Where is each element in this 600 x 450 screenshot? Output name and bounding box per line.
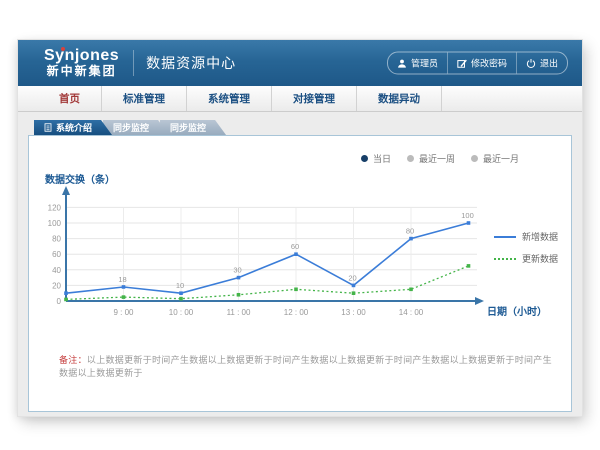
nav-item-data-change[interactable]: 数据异动 bbox=[357, 86, 442, 111]
user-menu-label: 管理员 bbox=[411, 57, 438, 70]
legend-label: 新增数据 bbox=[522, 230, 558, 243]
radio-today[interactable]: 当日 bbox=[361, 152, 391, 165]
y-tick-label: 80 bbox=[52, 235, 61, 244]
tab-sync-monitor-1[interactable]: 同步监控 bbox=[103, 120, 169, 135]
tab-sync-monitor-2[interactable]: 同步监控 bbox=[160, 120, 226, 135]
app-title: 数据资源中心 bbox=[146, 53, 236, 73]
x-axis-arrow bbox=[475, 297, 484, 305]
user-menu: 管理员 修改密码 退出 bbox=[387, 52, 568, 75]
date-range-filter: 当日 最近一周 最近一月 bbox=[361, 152, 519, 165]
data-point bbox=[237, 293, 241, 297]
content-area: 系统介绍同步监控同步监控 当日最近一周最近一月 数据交换（条） 02040608… bbox=[18, 112, 582, 416]
x-tick-label: 14 : 00 bbox=[399, 308, 424, 317]
data-point bbox=[64, 291, 68, 295]
app-header: Synjones 新中新集团 数据资源中心 管理员 修改密码 退出 bbox=[18, 40, 582, 86]
legend-label: 更新数据 bbox=[522, 252, 558, 265]
line-chart: 0 20 40 60 80 100 120 9 : 00 10 : 00 11 : 00 12 : … bbox=[29, 181, 573, 329]
point-label: 10 bbox=[176, 281, 184, 290]
data-point bbox=[352, 284, 356, 288]
user-icon bbox=[397, 58, 407, 68]
radio-last-week[interactable]: 最近一周 bbox=[407, 152, 455, 165]
y-tick-label: 100 bbox=[48, 219, 62, 228]
data-point bbox=[294, 252, 298, 256]
company-name-text: 新中新集团 bbox=[44, 65, 119, 78]
note-label: 备注： bbox=[59, 355, 87, 365]
point-label: 20 bbox=[348, 273, 356, 282]
point-label: 100 bbox=[461, 211, 474, 220]
data-point bbox=[237, 276, 241, 280]
note-text: 以上数据更新于时间产生数据以上数据更新于时间产生数据以上数据更新于时间产生数据以… bbox=[59, 355, 552, 378]
data-point bbox=[467, 264, 471, 268]
user-menu-item-user[interactable]: 管理员 bbox=[388, 53, 447, 74]
brand-text: Synjones bbox=[44, 48, 119, 65]
point-label: 80 bbox=[406, 227, 414, 236]
data-point bbox=[179, 291, 183, 295]
data-point bbox=[64, 298, 68, 302]
nav-item-standards[interactable]: 标准管理 bbox=[102, 86, 187, 111]
app-window: Synjones 新中新集团 数据资源中心 管理员修改密码退出 首页标准管理系统… bbox=[18, 40, 582, 416]
tab-label: 同步监控 bbox=[170, 121, 206, 134]
data-point bbox=[409, 288, 413, 292]
tab-label: 同步监控 bbox=[113, 121, 149, 134]
radio-dot bbox=[361, 155, 368, 162]
x-tick-label: 11 : 00 bbox=[227, 308, 251, 317]
document-icon bbox=[44, 123, 52, 132]
tab-system-intro[interactable]: 系统介绍 bbox=[34, 120, 112, 135]
y-tick-label: 120 bbox=[48, 203, 62, 212]
main-nav: 首页标准管理系统管理对接管理数据异动 bbox=[18, 86, 582, 112]
data-point bbox=[179, 297, 183, 301]
nav-item-home[interactable]: 首页 bbox=[38, 86, 102, 111]
tab-label: 系统介绍 bbox=[56, 121, 92, 134]
data-point bbox=[467, 221, 471, 225]
edit-icon bbox=[457, 58, 467, 68]
nav-item-system[interactable]: 系统管理 bbox=[187, 86, 272, 111]
nav-item-integration[interactable]: 对接管理 bbox=[272, 86, 357, 111]
radio-label: 最近一周 bbox=[419, 152, 455, 165]
y-tick-label: 20 bbox=[52, 281, 61, 290]
user-menu-item-change-password[interactable]: 修改密码 bbox=[447, 53, 516, 74]
main-panel: 当日最近一周最近一月 数据交换（条） 0204060801001209 : 00… bbox=[28, 135, 572, 412]
data-point bbox=[122, 285, 126, 289]
user-menu-label: 修改密码 bbox=[471, 57, 507, 70]
legend-line-sample bbox=[494, 258, 516, 260]
radio-label: 最近一月 bbox=[483, 152, 519, 165]
footer-note: 备注：以上数据更新于时间产生数据以上数据更新于时间产生数据以上数据更新于时间产生… bbox=[59, 353, 553, 379]
y-axis-arrow bbox=[62, 186, 70, 195]
radio-last-month[interactable]: 最近一月 bbox=[471, 152, 519, 165]
point-label: 30 bbox=[233, 266, 241, 275]
x-tick-label: 13 : 00 bbox=[341, 308, 366, 317]
user-menu-item-logout[interactable]: 退出 bbox=[516, 53, 567, 74]
legend-item-0: 新增数据 bbox=[494, 230, 558, 243]
legend-line-sample bbox=[494, 236, 516, 238]
radio-label: 当日 bbox=[373, 152, 391, 165]
y-tick-label: 40 bbox=[52, 266, 61, 275]
company-logo: Synjones 新中新集团 bbox=[44, 48, 119, 77]
data-point bbox=[122, 295, 126, 299]
header-divider bbox=[133, 50, 134, 76]
legend-item-1: 更新数据 bbox=[494, 252, 558, 265]
point-label: 60 bbox=[291, 242, 299, 251]
data-point bbox=[409, 237, 413, 241]
y-tick-label: 0 bbox=[57, 297, 62, 306]
user-menu-label: 退出 bbox=[540, 57, 558, 70]
chart-legend: 新增数据更新数据 bbox=[494, 230, 558, 274]
data-point bbox=[352, 291, 356, 295]
chart-x-axis-title: 日期（小时） bbox=[487, 305, 547, 318]
power-icon bbox=[526, 58, 536, 68]
x-tick-label: 9 : 00 bbox=[113, 308, 134, 317]
radio-dot bbox=[471, 155, 478, 162]
y-tick-label: 60 bbox=[52, 250, 61, 259]
x-tick-label: 12 : 00 bbox=[284, 308, 309, 317]
point-label: 18 bbox=[118, 275, 126, 284]
tab-bar: 系统介绍 同步监控 同步监控 bbox=[34, 120, 217, 135]
radio-dot bbox=[407, 155, 414, 162]
x-tick-label: 10 : 00 bbox=[169, 308, 194, 317]
data-point bbox=[294, 288, 298, 292]
